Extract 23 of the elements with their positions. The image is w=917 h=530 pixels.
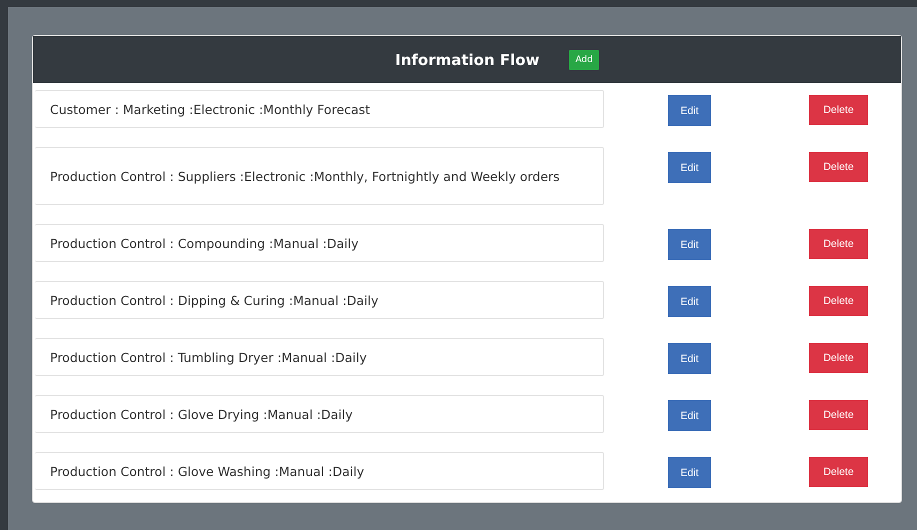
delete-button[interactable]: Delete	[809, 152, 868, 182]
flow-item: Production Control : Tumbling Dryer :Manual :Daily	[35, 338, 604, 376]
delete-button[interactable]: Delete	[809, 400, 868, 430]
add-button[interactable]: Add	[569, 50, 599, 70]
edit-button[interactable]: Edit	[668, 152, 711, 183]
flow-item: Production Control : Dipping & Curing :Manual :Daily	[35, 281, 604, 319]
flow-item: Customer : Marketing :Electronic :Monthly Forecast	[35, 90, 604, 128]
flow-item: Production Control : Glove Drying :Manual :Daily	[35, 395, 604, 433]
flow-item: Production Control : Suppliers :Electronic :Monthly, Fortnightly and Weekly orders	[35, 147, 604, 205]
panel-title: Information Flow	[395, 50, 540, 68]
delete-button[interactable]: Delete	[809, 457, 868, 487]
delete-button[interactable]: Delete	[809, 343, 868, 373]
edit-button[interactable]: Edit	[668, 400, 711, 431]
edit-button[interactable]: Edit	[668, 286, 711, 317]
delete-button[interactable]: Delete	[809, 95, 868, 125]
delete-button[interactable]: Delete	[809, 229, 868, 259]
edit-button[interactable]: Edit	[668, 343, 711, 374]
flow-item: Production Control : Compounding :Manual :Daily	[35, 224, 604, 262]
delete-button[interactable]: Delete	[809, 286, 868, 316]
edit-button[interactable]: Edit	[668, 95, 711, 126]
edit-button[interactable]: Edit	[668, 457, 711, 488]
flow-item: Production Control : Glove Washing :Manual :Daily	[35, 452, 604, 490]
edit-button[interactable]: Edit	[668, 229, 711, 260]
